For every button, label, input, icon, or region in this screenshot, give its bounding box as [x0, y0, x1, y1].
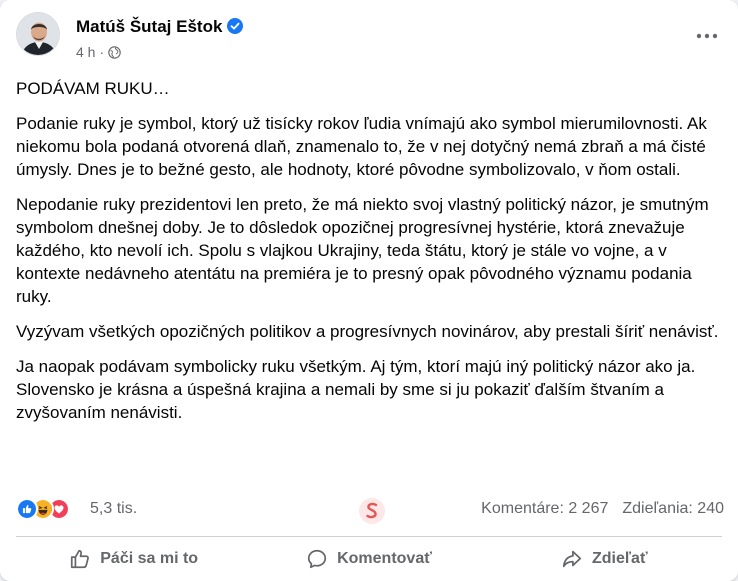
post-card: Matúš Šutaj Eštok 4 h · PODÁVAM RUKU… Po… [0, 0, 738, 581]
post-actions: Páči sa mi to Komentovať Zdieľať [16, 537, 722, 581]
comments-count[interactable]: Komentáre: 2 267 [481, 500, 608, 518]
engagement-counts: Komentáre: 2 267 Zdieľania: 240 [481, 500, 724, 518]
post-time[interactable]: 4 h [76, 43, 95, 61]
comment-button[interactable]: Komentovať [251, 537, 486, 581]
reaction-icons[interactable] [16, 498, 86, 522]
more-dots-icon [696, 33, 718, 39]
comment-button-label: Komentovať [337, 550, 432, 567]
author-name-text[interactable]: Matúš Šutaj Eštok [76, 17, 222, 36]
post-meta: 4 h · [76, 43, 121, 61]
share-button-label: Zdieľať [592, 550, 648, 567]
like-button-label: Páči sa mi to [100, 550, 199, 567]
verified-badge-icon [227, 18, 244, 34]
watermark-logo-icon [359, 498, 385, 524]
globe-icon [108, 45, 121, 59]
post-paragraph: Ja naopak podávam symbolicky ruku všetký… [16, 357, 696, 422]
share-arrow-icon [562, 550, 582, 568]
more-options-button[interactable] [692, 24, 722, 48]
post-paragraph: Podanie ruky je symbol, ktorý už tisícky… [16, 114, 707, 179]
meta-separator: · [99, 44, 105, 60]
like-reaction-icon [16, 498, 38, 520]
post-paragraph: Vyzývam všetkých opozičných politikov a … [16, 322, 719, 341]
comment-bubble-icon [307, 549, 327, 569]
share-button[interactable]: Zdieľať [487, 537, 722, 581]
reactions-row: 5,3 tis. Komentáre: 2 267 Zdieľania: 240 [16, 497, 724, 524]
post-body: PODÁVAM RUKU… Podanie ruky je symbol, kt… [16, 77, 722, 436]
author-name[interactable]: Matúš Šutaj Eštok [76, 16, 244, 38]
reaction-count[interactable]: 5,3 tis. [90, 500, 137, 518]
author-avatar[interactable] [16, 12, 60, 56]
post-paragraph: PODÁVAM RUKU… [16, 79, 170, 98]
avatar-image [17, 13, 59, 55]
shares-count[interactable]: Zdieľania: 240 [622, 500, 724, 518]
like-button[interactable]: Páči sa mi to [16, 537, 251, 581]
post-paragraph: Nepodanie ruky prezidentovi len preto, ž… [16, 195, 709, 306]
thumbs-up-icon [71, 549, 90, 569]
post-header: Matúš Šutaj Eštok 4 h · [16, 12, 722, 60]
